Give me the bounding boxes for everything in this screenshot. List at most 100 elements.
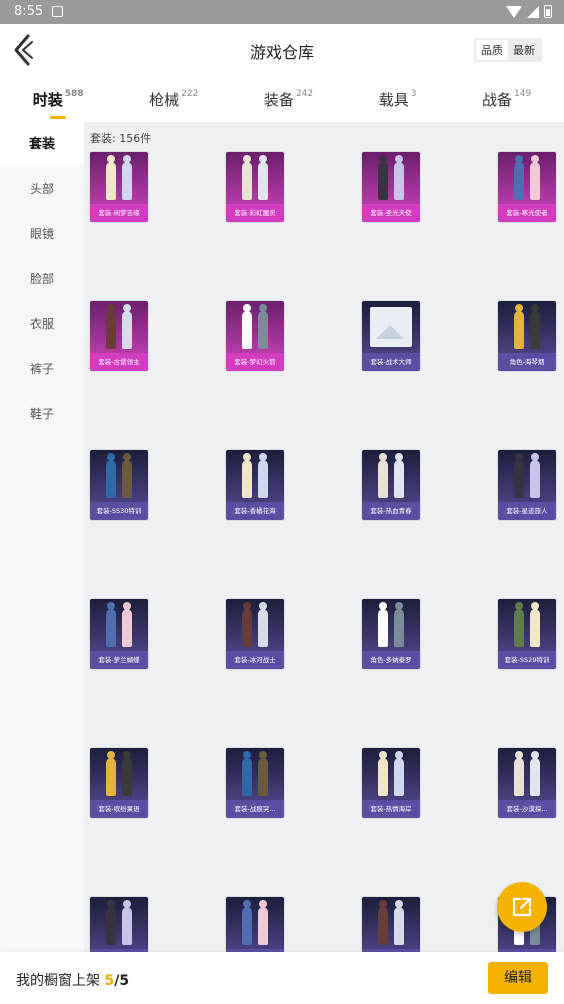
item-card[interactable]: 套装-星迹旅人 [498,450,556,520]
item-card[interactable]: 套装-寒光使者 [498,152,556,222]
share-button[interactable] [497,882,547,932]
item-thumbnail [226,301,284,353]
status-time: 8:55 [14,4,44,19]
outfit-figure [530,602,540,647]
outfit-figure [106,751,116,796]
outfit-figure [378,751,388,796]
outfit-figure [394,751,404,796]
item-card[interactable]: 套装-热情海岸 [362,748,420,818]
item-content: 套装: 156件 套装-闲梦吉缘 套装-彩虹魔灵 套装-圣光天使 套装-寒光使者 套装-… [84,122,564,952]
item-label: 套装-SS30特训 [90,502,148,520]
outfit-figure [122,155,132,200]
outfit-figure [394,453,404,498]
outfit-figure [378,900,388,945]
outfit-figure [258,155,268,200]
item-card[interactable]: 角色-海琴烟 [498,301,556,371]
outfit-figure [530,155,540,200]
outfit-figure [258,304,268,349]
outfit-figure [242,453,252,498]
outfit-figure [514,751,524,796]
item-card[interactable] [90,897,148,952]
item-card[interactable]: 套装-冰河战士 [226,599,284,669]
item-label: 套装-SS29特训 [498,651,556,669]
sidebar: 套装 头部 眼镜 脸部 衣服 裤子 鞋子 [0,122,84,952]
outfit-figure [378,155,388,200]
item-card[interactable]: 套装-梦幻火箭 [226,301,284,371]
item-label: 套装-热情海岸 [362,800,420,818]
edit-button[interactable]: 编辑 [488,962,548,994]
sidebar-item-head[interactable]: 头部 [0,167,84,212]
item-card[interactable]: 套装-闲梦吉缘 [90,152,148,222]
item-card[interactable] [362,897,420,952]
item-label: 套装-热血青春 [362,502,420,520]
outfit-figure [242,304,252,349]
item-card[interactable]: 套装-热血青春 [362,450,420,520]
item-thumbnail [362,152,420,204]
item-label: 套装-彩虹魔灵 [226,204,284,222]
sidebar-item-sets[interactable]: 套装 [0,122,84,167]
tab-equipment[interactable]: 装备 242 [258,89,319,110]
item-card[interactable]: 套装-古堡领主 [90,301,148,371]
tab-label: 装备 [263,90,294,109]
tab-vehicles[interactable]: 载具 3 [373,89,423,110]
item-card[interactable]: 套装-圣光天使 [362,152,420,222]
tab-fashion[interactable]: 时装 588 [27,88,90,119]
tab-count: 3 [410,88,417,99]
outfit-figure [258,602,268,647]
item-card[interactable]: 角色-多纳泰罗 [362,599,420,669]
item-thumbnail [362,748,420,800]
item-label: 套装-战痕突... [226,800,284,818]
item-card[interactable]: 套装-萝兰蝴蝶 [90,599,148,669]
item-label: 套装-缤纷果语 [90,800,148,818]
item-thumbnail [90,599,148,651]
outfit-figure [530,453,540,498]
item-card[interactable]: 套装-香橘花海 [226,450,284,520]
outfit-figure [106,155,116,200]
battery-icon [544,5,552,18]
item-card[interactable]: 套装-战痕突... [226,748,284,818]
outfit-figure [106,453,116,498]
set-count: 套装: 156件 [90,132,152,145]
status-icons [506,5,552,18]
app-header: 游戏仓库 品质 最新 [0,24,564,76]
sort-by-quality[interactable]: 品质 [476,40,508,60]
sidebar-item-glasses[interactable]: 眼镜 [0,212,84,257]
status-bar: 8:55 [0,0,564,24]
item-label: 套装-冰河战士 [226,651,284,669]
sidebar-item-face[interactable]: 脸部 [0,257,84,302]
tab-weapons[interactable]: 枪械 222 [143,89,204,110]
item-card[interactable]: 套装-SS30特训 [90,450,148,520]
sidebar-item-shoes[interactable]: 鞋子 [0,392,84,437]
outfit-figure [106,602,116,647]
tab-label: 时装 [32,90,63,109]
outfit-figure [122,900,132,945]
item-thumbnail [226,748,284,800]
item-label: 套装-星迹旅人 [498,502,556,520]
outfit-figure [242,900,252,945]
outfit-figure [514,453,524,498]
item-card[interactable]: 套装-SS29特训 [498,599,556,669]
item-label: 套装-古堡领主 [90,353,148,371]
item-card[interactable]: 套装-彩虹魔灵 [226,152,284,222]
item-label: 套装-闲梦吉缘 [90,204,148,222]
tab-count: 588 [64,88,84,99]
item-card[interactable] [226,897,284,952]
item-label: 套装-寒光使者 [498,204,556,222]
item-thumbnail [498,748,556,800]
item-card[interactable]: 套装-战术大师 [362,301,420,371]
sidebar-item-pants[interactable]: 裤子 [0,347,84,392]
item-label: 套装-沙漠探... [498,800,556,818]
item-thumbnail [90,897,148,949]
item-label: 套装-梦幻火箭 [226,353,284,371]
outfit-figure [242,602,252,647]
tab-supplies[interactable]: 战备 149 [476,89,537,110]
item-card[interactable]: 套装-缤纷果语 [90,748,148,818]
item-thumbnail [362,897,420,949]
tab-count: 149 [514,88,532,99]
image-placeholder-icon [370,307,412,347]
sort-by-latest[interactable]: 最新 [508,40,540,60]
outfit-figure [106,900,116,945]
outfit-figure [106,304,116,349]
item-card[interactable]: 套装-沙漠探... [498,748,556,818]
sidebar-item-clothes[interactable]: 衣服 [0,302,84,347]
